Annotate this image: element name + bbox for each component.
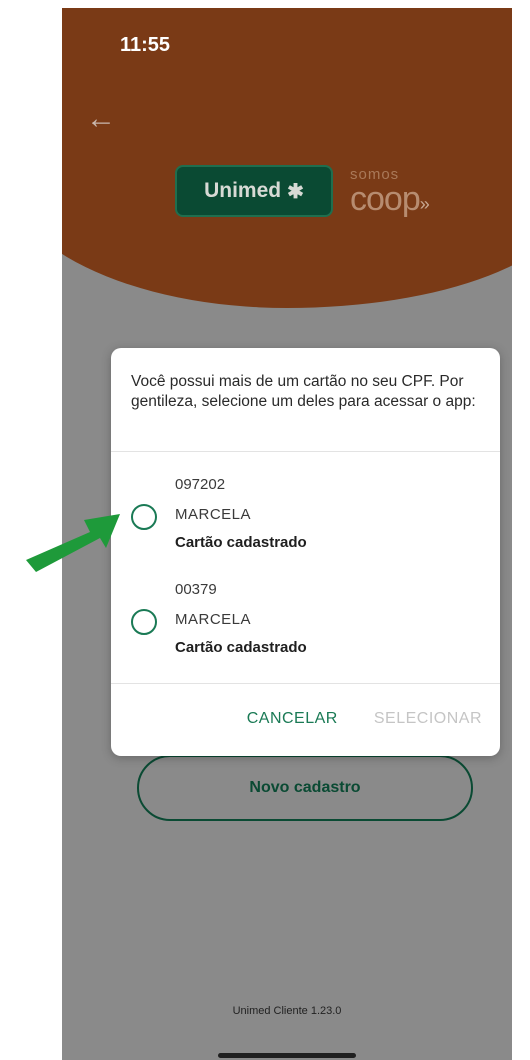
card-holder-name: MARCELA (175, 611, 252, 628)
card-number: 097202 (175, 476, 226, 493)
home-indicator[interactable] (218, 1053, 356, 1058)
dialog-message: Você possui mais de um cartão no seu CPF… (131, 373, 476, 410)
card-number: 00379 (175, 581, 217, 598)
coop-logo: coop» (350, 180, 430, 219)
coop-text: coop (350, 180, 421, 218)
radio-button[interactable] (131, 504, 157, 530)
cancel-button[interactable]: CANCELAR (247, 710, 338, 728)
logo-text: Unimed (204, 179, 282, 202)
unimed-tree-icon: ✱ (287, 180, 304, 203)
status-time: 11:55 (120, 34, 171, 56)
select-button[interactable]: SELECIONAR (374, 710, 482, 728)
pointer-arrow-icon (26, 514, 120, 572)
novo-cadastro-button[interactable]: Novo cadastro (137, 755, 473, 821)
select-card-dialog: Você possui mais de um cartão no seu CPF… (111, 348, 500, 756)
card-holder-name: MARCELA (175, 506, 252, 523)
radio-button[interactable] (131, 609, 157, 635)
divider (111, 683, 500, 684)
app-version: Unimed Cliente 1.23.0 (232, 1005, 342, 1017)
card-option[interactable]: 00379 MARCELA Cartão cadastrado (111, 581, 500, 691)
divider (111, 451, 500, 452)
unimed-logo: Unimed ✱ (175, 165, 333, 217)
card-status: Cartão cadastrado (175, 639, 307, 656)
card-option[interactable]: 097202 MARCELA Cartão cadastrado (111, 476, 500, 586)
dialog-actions: CANCELAR SELECIONAR (247, 710, 482, 728)
coop-arrow-icon: » (419, 194, 430, 214)
card-status: Cartão cadastrado (175, 534, 307, 551)
back-arrow-icon[interactable]: ← (86, 104, 116, 134)
